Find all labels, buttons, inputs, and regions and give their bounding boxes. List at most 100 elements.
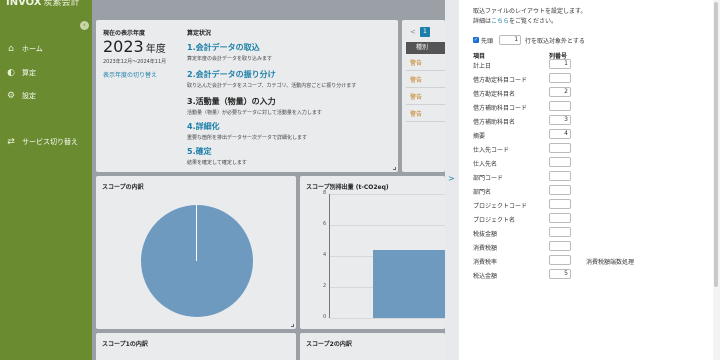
field-label: プロジェクトコード [473, 203, 528, 210]
field-label: 消費税額 [473, 245, 498, 252]
grid-line [329, 194, 445, 195]
column-number-input[interactable] [549, 171, 571, 181]
year-range: 2023年12月〜2024年11月 [103, 59, 167, 65]
column-number-input[interactable] [549, 143, 571, 153]
resize-handle-icon [393, 167, 396, 170]
column-number-input[interactable]: 3 [549, 115, 571, 125]
sidebar-item-home[interactable]: ⌂ ホーム [6, 44, 43, 54]
drawer-intro: 取込ファイルのレイアウトを設定します。 [473, 8, 587, 15]
column-number-input[interactable] [549, 227, 571, 237]
scope-breakdown-card: スコープの内訳 [96, 176, 296, 329]
sidebar-item-label: サービス切り替え [22, 138, 78, 146]
alerts-card: < 1 種別 警告 警告 警告 警告 [402, 20, 445, 172]
table-row[interactable]: 警告 [406, 54, 445, 71]
layout-field-row: 税込金額 5 [473, 269, 713, 282]
field-label: 摘要 [473, 133, 486, 140]
pie-slice-minor [196, 205, 197, 261]
layout-field-row: 消費税額 [473, 241, 713, 254]
layout-field-row: 仕入先コード [473, 143, 713, 156]
column-number-input[interactable] [549, 185, 571, 195]
pager-prev-button[interactable]: < [410, 28, 416, 36]
y-tick-label: 6 [323, 221, 327, 227]
resize-handle-icon [291, 324, 294, 327]
field-label: 仕入先名 [473, 161, 498, 168]
field-label: プロジェクト名 [473, 217, 516, 224]
drawer-handle[interactable]: > [445, 0, 459, 360]
app-logo: INVOX 炭素会計 [6, 0, 80, 8]
column-number-input[interactable] [549, 199, 571, 209]
scope1-card: スコープ1の内訳 [96, 333, 296, 360]
switch-service-icon: ⇄ [7, 137, 15, 147]
column-number-input[interactable]: 1 [549, 59, 571, 69]
skip-rows-input[interactable]: 1 [499, 35, 522, 45]
y-tick-label: 4 [323, 252, 327, 258]
y-axis [329, 194, 330, 318]
y-tick-label: 8 [323, 190, 327, 196]
field-label: 税込金額 [473, 273, 498, 280]
sidebar-item-switch-service[interactable]: ⇄ サービス切り替え [6, 137, 78, 147]
field-label: 借方勘定科目コード [473, 77, 528, 84]
column-number-input[interactable]: 5 [549, 269, 571, 279]
field-label: 部門コード [473, 175, 504, 182]
column-number-input[interactable] [549, 241, 571, 251]
settings-gear-icon: ⚙ [6, 91, 16, 101]
home-icon: ⌂ [8, 44, 14, 54]
import-layout-drawer: 取込ファイルのレイアウトを設定します。 詳細はこちらをご覧ください。 ✓ 先頭 … [459, 0, 720, 360]
step-3[interactable]: 3.活動量（物量）の入力 活動量（物量）が必要なデータに対して活動量を入力します [187, 96, 322, 116]
bar-scope [373, 249, 445, 318]
sidebar-item-settings[interactable]: ⚙ 設定 [6, 91, 36, 101]
layout-field-row: 借方勘定科目名 2 [473, 87, 713, 100]
column-number-input[interactable]: 2 [549, 87, 571, 97]
layout-field-row: 部門名 [473, 185, 713, 198]
y-tick-label: 2 [323, 283, 327, 289]
card-title: スコープ別排出量 (t-CO2eq) [306, 184, 389, 191]
table-row[interactable]: 警告 [406, 105, 445, 122]
pie-slice-main [141, 205, 253, 317]
card-title: スコープの内訳 [102, 184, 144, 191]
column-number-input[interactable] [549, 73, 571, 83]
table-header: 種別 [406, 42, 445, 54]
column-number-input[interactable]: 4 [549, 129, 571, 139]
y-tick-label: 0 [323, 314, 327, 320]
column-number-input[interactable] [549, 213, 571, 223]
column-number-input[interactable] [549, 101, 571, 111]
calculation-status-card: 現在の表示年度 2023 年度 2023年12月〜2024年11月 表示年度の切り… [96, 20, 398, 172]
layout-field-row: 借方補助科目コード [473, 101, 713, 114]
layout-field-row: 仕入先名 [473, 157, 713, 170]
drawer-help: 詳細はこちらをご覧ください。 [473, 18, 558, 25]
table-row[interactable]: 警告 [406, 71, 445, 88]
column-number-input[interactable] [549, 157, 571, 167]
layout-field-row: 部門コード [473, 171, 713, 184]
year-switch-link[interactable]: 表示年度の切り替え [103, 70, 157, 79]
layout-field-row: 税抜金額 [473, 227, 713, 240]
steps-label: 算定状況 [187, 30, 212, 37]
calculation-icon: ◐ [7, 68, 15, 78]
grid-line [329, 225, 445, 226]
step-2[interactable]: 2.会計データの振り分け 取り込んだ会計データをスコープ、カテゴリ、活動内容ごとに… [187, 69, 356, 89]
step-4[interactable]: 4.詳細化 重要な箇所を排出データサー次データで詳細化します [187, 121, 307, 141]
column-number-input[interactable] [549, 255, 571, 265]
skip-rows-suffix: 行を取込対象外とする [525, 37, 585, 45]
skip-rows-checkbox[interactable]: ✓ [473, 37, 479, 43]
field-label: 仕入先コード [473, 147, 510, 154]
table-row[interactable]: 警告 [406, 88, 445, 105]
layout-field-row: 借方補助科目名 3 [473, 115, 713, 128]
sidebar: INVOX 炭素会計 ‹ ⌂ ホーム ◐ 算定 ⚙ 設定 ⇄ サービス切り替え [0, 0, 92, 360]
dashboard-overlay: 現在の表示年度 2023 年度 2023年12月〜2024年11月 表示年度の切り… [92, 0, 445, 360]
pager-page-button[interactable]: 1 [419, 27, 430, 37]
sidebar-collapse-button[interactable]: ‹ [80, 21, 89, 30]
year-label: 現在の表示年度 [103, 30, 146, 37]
step-1[interactable]: 1.会計データの取込 算定年度の会計データを取り込みます [187, 42, 272, 62]
field-label: 消費税率 [473, 259, 498, 266]
year-display: 2023 年度 [103, 37, 166, 56]
sidebar-item-calculation[interactable]: ◐ 算定 [6, 68, 36, 78]
sidebar-item-label: 設定 [22, 92, 36, 100]
layout-field-row: 計上日 1 [473, 59, 713, 72]
skip-rows-setting: ✓ 先頭 1 行を取込対象外とする [473, 35, 585, 45]
chevron-right-icon[interactable]: > [448, 174, 455, 183]
scrollbar-thumb[interactable] [714, 2, 718, 287]
sidebar-item-label: 算定 [22, 69, 36, 77]
help-link[interactable]: こちら [491, 18, 509, 25]
card-title: スコープ1の内訳 [102, 341, 148, 348]
step-5[interactable]: 5.確定 結果を確定して確定します [187, 146, 247, 166]
